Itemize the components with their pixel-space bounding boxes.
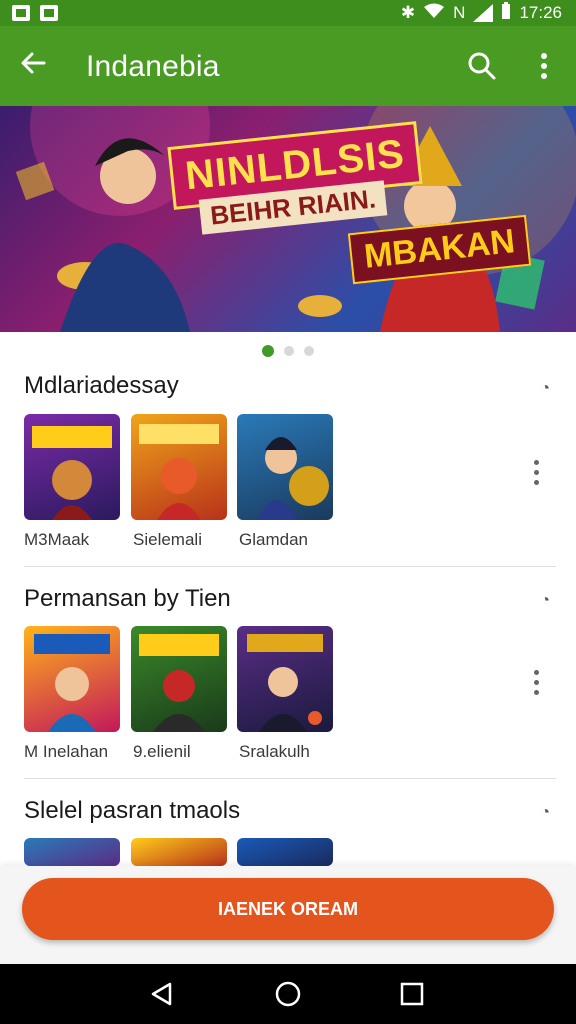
section-more-icon[interactable]: ◔ (540, 380, 550, 398)
game-tile[interactable] (24, 838, 120, 866)
game-tile[interactable] (131, 838, 227, 866)
wifi-icon (423, 3, 445, 24)
network-indicator: N (453, 3, 466, 22)
page-title: Indanebia (86, 50, 220, 83)
status-bar: ✱ N 17:26 (0, 0, 576, 26)
nav-recents-icon[interactable] (398, 980, 426, 1008)
game-tile[interactable] (237, 626, 333, 732)
bottom-action-area: IAENEK OREAM (0, 866, 576, 964)
cell-signal-icon (473, 4, 494, 22)
game-thumbnail (247, 634, 323, 732)
carousel-dot[interactable] (262, 345, 274, 357)
clock: 17:26 (519, 3, 562, 22)
carousel-dot[interactable] (284, 346, 294, 356)
section-more-icon[interactable]: ◔ (540, 592, 550, 610)
game-tile[interactable] (237, 838, 333, 866)
divider (24, 778, 556, 779)
game-tile[interactable] (131, 626, 227, 732)
battery-icon (501, 1, 511, 25)
primary-cta-button[interactable]: IAENEK OREAM (22, 878, 554, 940)
app-bar: Indanebia (0, 26, 576, 106)
game-thumbnail (257, 437, 329, 520)
divider (24, 566, 556, 567)
game-title: Glamdan (239, 530, 308, 549)
section-title[interactable]: Mdlariadessay (24, 372, 179, 400)
image-notification-icon (40, 5, 58, 21)
game-thumbnail (139, 424, 219, 520)
game-title: M3Maak (24, 530, 90, 549)
system-nav-bar (0, 964, 576, 1024)
game-tile[interactable] (24, 626, 120, 732)
carousel-dot[interactable] (304, 346, 314, 356)
game-tile[interactable] (24, 414, 120, 520)
notification-icon (12, 5, 30, 21)
section-title[interactable]: Slelel pasran tmaols (24, 797, 240, 825)
game-thumbnail (32, 426, 112, 520)
featured-banner[interactable]: NINLDLSIS BEIHR RIAIN. MBAKAN (0, 106, 576, 332)
row-menu-icon[interactable] (530, 460, 542, 490)
game-title: 9.elienil (133, 742, 191, 761)
game-title: Sralakulh (239, 742, 310, 761)
game-title: Sielemali (133, 530, 202, 549)
carousel-indicator (0, 345, 576, 360)
nav-back-icon[interactable] (148, 980, 176, 1008)
search-icon[interactable] (466, 50, 498, 82)
game-thumbnail (34, 634, 110, 732)
game-title: M Inelahan (24, 742, 109, 761)
section-more-icon[interactable]: ◔ (540, 804, 550, 822)
section-title[interactable]: Permansan by Tien (24, 585, 231, 613)
row-menu-icon[interactable] (530, 670, 542, 700)
game-tile[interactable] (237, 414, 333, 520)
nav-home-icon[interactable] (274, 980, 302, 1008)
game-tile[interactable] (131, 414, 227, 520)
back-arrow-icon[interactable] (18, 48, 54, 84)
overflow-menu-icon[interactable] (530, 50, 558, 82)
game-thumbnail (139, 634, 219, 732)
bluetooth-icon: ✱ (400, 3, 416, 22)
